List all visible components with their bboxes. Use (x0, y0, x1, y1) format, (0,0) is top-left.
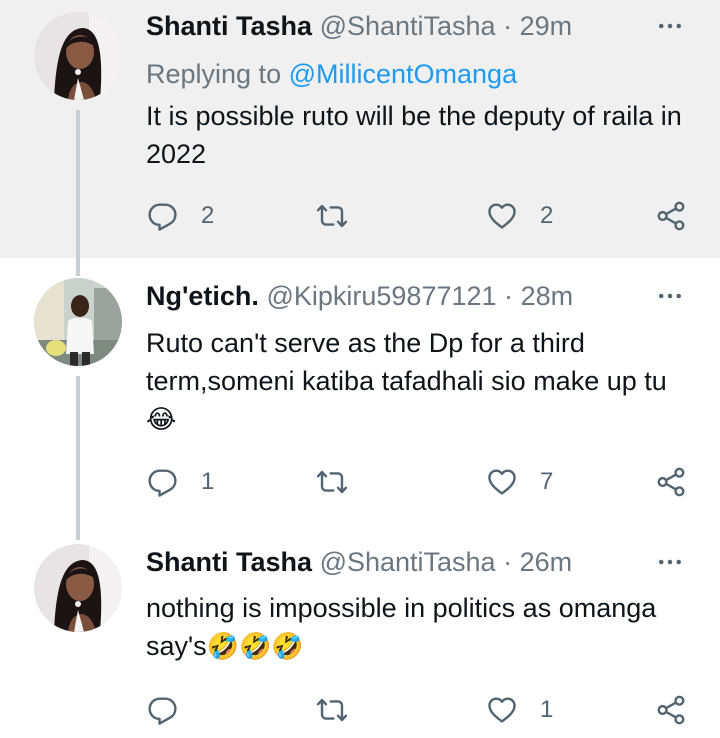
tweet-3[interactable]: Shanti Tasha @ShantiTasha · 26m nothing … (0, 530, 720, 738)
reply-button[interactable] (147, 690, 201, 730)
share-icon (655, 694, 687, 726)
tweet-text-body: Ruto can't serve as the Dp for a third t… (146, 328, 667, 396)
share-icon (655, 466, 687, 498)
reply-icon (147, 694, 179, 726)
thread-line (76, 530, 80, 540)
replying-prefix: Replying to (146, 59, 289, 89)
more-icon[interactable] (650, 6, 690, 46)
separator-dot: · (503, 547, 513, 577)
reply-button[interactable]: 1 (147, 462, 214, 502)
like-count: 2 (540, 202, 554, 229)
more-icon[interactable] (650, 542, 690, 582)
display-name[interactable]: Shanti Tasha (146, 547, 312, 577)
reply-count: 1 (201, 468, 215, 495)
tweet-header: Ng'etich. @Kipkiru59877121 · 28m (146, 276, 690, 316)
tweet-text: It is possible ruto will be the deputy o… (146, 97, 706, 173)
tweet-header: Shanti Tasha @ShantiTasha · 26m (146, 542, 690, 582)
tweet-2[interactable]: Ng'etich. @Kipkiru59877121 · 28m Ruto ca… (0, 258, 720, 530)
retweet-icon (316, 694, 348, 726)
tweet-header: Shanti Tasha @ShantiTasha · 29m (146, 6, 690, 46)
timestamp[interactable]: 26m (520, 547, 573, 577)
avatar[interactable] (34, 278, 122, 366)
timestamp[interactable]: 28m (521, 281, 574, 311)
like-icon (486, 200, 518, 232)
action-bar: 1 7 (0, 462, 720, 502)
separator-dot: · (504, 281, 514, 311)
like-button[interactable]: 2 (486, 196, 553, 236)
retweet-button[interactable] (316, 690, 370, 730)
reply-icon (147, 466, 179, 498)
thread-line (76, 376, 80, 530)
share-button[interactable] (655, 690, 687, 730)
display-name[interactable]: Ng'etich. (146, 281, 259, 311)
avatar[interactable] (34, 544, 122, 632)
reply-count: 2 (201, 202, 215, 229)
share-button[interactable] (655, 462, 687, 502)
avatar[interactable] (34, 12, 122, 100)
action-bar: 2 2 (0, 196, 720, 236)
user-handle[interactable]: @ShantiTasha (320, 11, 496, 41)
reply-button[interactable]: 2 (147, 196, 214, 236)
like-button[interactable]: 7 (486, 462, 553, 502)
like-icon (486, 466, 518, 498)
retweet-button[interactable] (316, 462, 370, 502)
mention-link[interactable]: @MillicentOmanga (289, 59, 518, 89)
tweet-text: nothing is impossible in politics as oma… (146, 589, 686, 665)
display-name[interactable]: Shanti Tasha (146, 11, 312, 41)
timestamp[interactable]: 29m (520, 11, 573, 41)
like-count: 1 (540, 696, 554, 723)
user-handle[interactable]: @ShantiTasha (320, 547, 496, 577)
thread-line (76, 258, 80, 276)
share-icon (655, 200, 687, 232)
more-icon[interactable] (650, 276, 690, 316)
share-button[interactable] (655, 196, 687, 236)
retweet-icon (316, 466, 348, 498)
like-button[interactable]: 1 (486, 690, 553, 730)
tweet-text: Ruto can't serve as the Dp for a third t… (146, 324, 686, 438)
reply-icon (147, 200, 179, 232)
emoji: 🤣🤣🤣 (206, 631, 304, 661)
replying-to: Replying to @MillicentOmanga (146, 55, 517, 93)
emoji: 😂 (146, 404, 177, 434)
tweet-text-body: It is possible ruto will be the deputy o… (146, 101, 682, 169)
separator-dot: · (503, 11, 513, 41)
like-icon (486, 694, 518, 726)
action-bar: 1 (0, 690, 720, 730)
like-count: 7 (540, 468, 554, 495)
retweet-icon (316, 200, 348, 232)
user-handle[interactable]: @Kipkiru59877121 (266, 281, 496, 311)
retweet-button[interactable] (316, 196, 370, 236)
tweet-1[interactable]: Shanti Tasha @ShantiTasha · 29m Replying… (0, 0, 720, 258)
